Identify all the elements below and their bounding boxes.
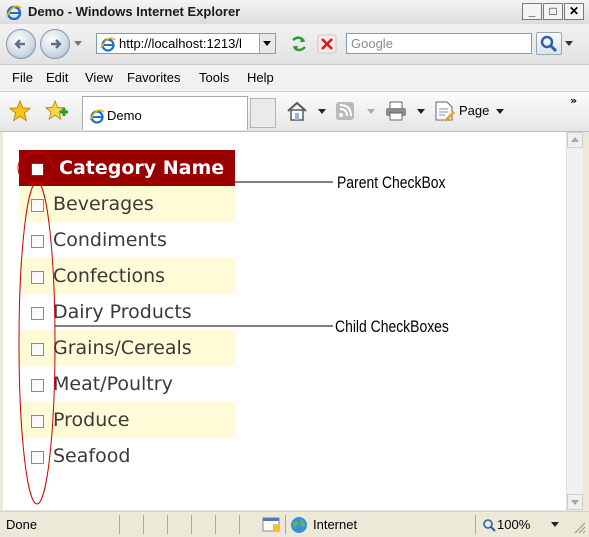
search-placeholder: Google <box>351 36 393 51</box>
content-left-border <box>0 132 3 510</box>
search-button[interactable] <box>536 32 562 55</box>
page-icon[interactable] <box>433 100 455 122</box>
child-checkboxes-annotation: Child CheckBoxes <box>335 317 449 336</box>
zoom-level[interactable]: 100% <box>497 517 530 532</box>
protected-mode-icon[interactable] <box>262 517 282 533</box>
tab-label: Demo <box>107 108 142 123</box>
back-arrow-icon <box>14 39 25 49</box>
forward-button[interactable] <box>40 29 70 59</box>
scroll-down-button[interactable] <box>567 494 583 510</box>
vertical-scrollbar[interactable] <box>566 132 583 510</box>
close-icon: ✕ <box>568 4 580 18</box>
home-dropdown[interactable] <box>318 109 326 114</box>
title-bar[interactable]: Demo - Windows Internet Explorer _ □ ✕ <box>0 0 589 25</box>
address-dropdown[interactable] <box>259 34 275 53</box>
parent-checkbox-annotation: Parent CheckBox <box>337 173 446 192</box>
menu-file[interactable]: File <box>12 70 33 85</box>
internet-globe-icon <box>291 517 307 533</box>
ie-logo-icon <box>6 5 22 20</box>
page-menu-label[interactable]: Page <box>459 103 489 118</box>
status-segment <box>192 515 216 534</box>
status-bar: Done Internet 100% <box>0 511 589 537</box>
page-ie-icon <box>100 37 116 52</box>
parent-checkbox-highlight <box>17 151 53 185</box>
menu-view[interactable]: View <box>85 70 113 85</box>
search-options-dropdown[interactable] <box>565 41 573 46</box>
refresh-icon <box>292 36 306 52</box>
annotation-overlay <box>17 151 333 505</box>
search-box[interactable]: Google <box>346 33 532 54</box>
stop-button[interactable] <box>316 34 338 54</box>
status-segment <box>168 515 192 534</box>
back-button[interactable] <box>6 29 36 59</box>
browser-window: Demo - Windows Internet Explorer _ □ ✕ h… <box>0 0 589 537</box>
zoom-dropdown[interactable] <box>551 522 559 527</box>
print-dropdown[interactable] <box>417 109 425 114</box>
content-right-border <box>583 132 589 510</box>
search-icon <box>540 35 558 53</box>
tab-ie-icon <box>89 109 105 124</box>
feeds-icon[interactable] <box>335 101 355 121</box>
scroll-up-button[interactable] <box>567 132 583 148</box>
menu-tools[interactable]: Tools <box>199 70 229 85</box>
menu-help[interactable]: Help <box>247 70 274 85</box>
maximize-icon: □ <box>549 4 557 18</box>
favorites-star-icon[interactable] <box>9 100 31 122</box>
toolbar-overflow-icon[interactable]: » <box>570 94 577 107</box>
resize-grip-icon[interactable] <box>572 520 586 534</box>
menu-bar: File Edit View Favorites Tools Help <box>0 65 589 92</box>
stop-icon <box>317 34 337 54</box>
feeds-dropdown[interactable] <box>367 109 375 114</box>
address-url: http://localhost:1213/l <box>119 36 242 51</box>
security-zone-label: Internet <box>313 517 358 532</box>
status-segment <box>0 515 120 534</box>
forward-arrow-icon <box>51 39 62 49</box>
address-bar[interactable]: http://localhost:1213/l <box>96 33 276 54</box>
print-icon[interactable] <box>384 101 408 121</box>
minimize-button[interactable]: _ <box>522 3 542 20</box>
command-bar: Demo Page » <box>0 92 589 132</box>
zoom-icon <box>483 519 496 532</box>
new-tab-button[interactable] <box>250 98 276 128</box>
maximize-button[interactable]: □ <box>543 3 563 20</box>
tab-demo[interactable]: Demo <box>82 96 248 130</box>
address-row: http://localhost:1213/l Google <box>0 24 589 65</box>
window-title: Demo - Windows Internet Explorer <box>28 4 241 19</box>
page-dropdown[interactable] <box>496 109 504 114</box>
menu-favorites[interactable]: Favorites <box>127 70 180 85</box>
close-button[interactable]: ✕ <box>564 3 584 20</box>
status-segment <box>216 515 240 534</box>
refresh-button[interactable] <box>288 34 310 54</box>
add-favorites-icon[interactable] <box>45 100 69 122</box>
status-segment <box>120 515 144 534</box>
recent-pages-dropdown[interactable] <box>74 41 82 46</box>
status-segment <box>144 515 168 534</box>
minimize-icon: _ <box>528 4 536 18</box>
menu-edit[interactable]: Edit <box>46 70 68 85</box>
page-content: Category Name Beverages Condiments Confe… <box>3 132 566 510</box>
home-icon[interactable] <box>286 100 308 122</box>
child-checkboxes-highlight <box>18 181 56 505</box>
